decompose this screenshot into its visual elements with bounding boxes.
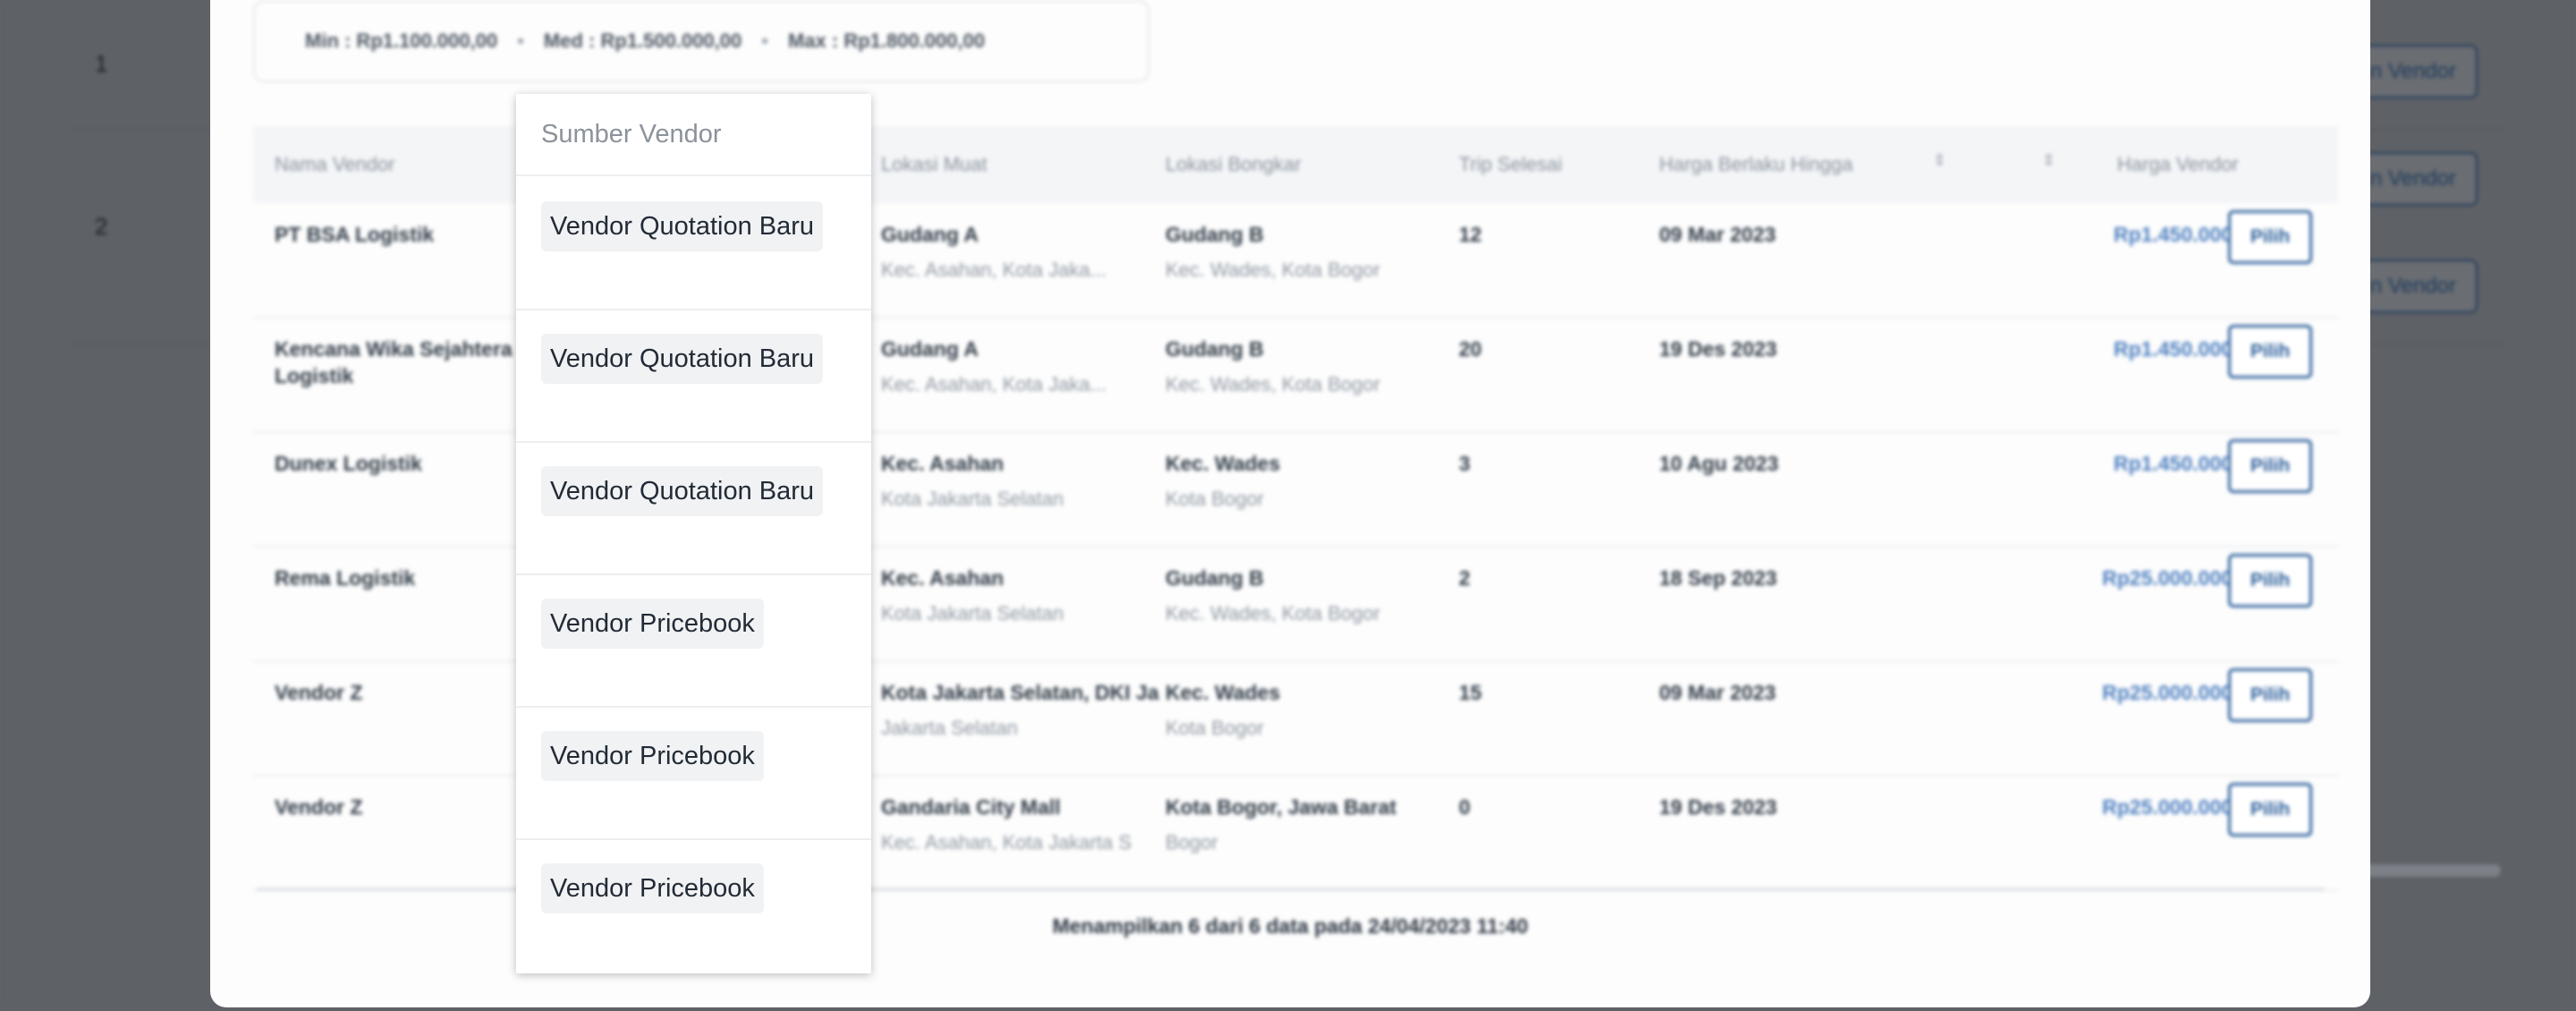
pilih-button[interactable]: Pilih <box>2228 210 2312 264</box>
trip-selesai: 0 <box>1459 795 1470 819</box>
header-trip-selesai[interactable]: Trip Selesai <box>1459 153 1562 176</box>
lokasi-bongkar-detail: Kec. Wades, Kota Bogor <box>1165 602 1381 624</box>
median-price: Med : Rp1.500.000,00 <box>543 30 742 52</box>
harga-berlaku-hingga: 19 Des 2023 <box>1659 795 1777 819</box>
dropdown-option[interactable]: Vendor Pricebook <box>516 573 871 708</box>
header-lokasi-bongkar[interactable]: Lokasi Bongkar <box>1165 153 1301 176</box>
vendor-name: Kencana Wika Sejahtera <box>275 337 513 361</box>
lokasi-muat-detail: Kec. Asahan, Kota Jaka... <box>881 259 1106 281</box>
lokasi-muat: Gudang A <box>881 223 979 246</box>
lokasi-muat-detail: Kec. Asahan, Kota Jakarta S <box>881 831 1132 854</box>
dropdown-option[interactable]: Vendor Quotation Baru <box>516 441 871 575</box>
pilih-button[interactable]: Pilih <box>2228 668 2312 722</box>
harga-berlaku-hingga: 18 Sep 2023 <box>1659 566 1777 590</box>
sort-icon[interactable]: ⇕ <box>1933 151 1946 170</box>
vendor-name: PT BSA Logistik <box>275 223 435 246</box>
harga-berlaku-hingga: 10 Agu 2023 <box>1659 452 1779 475</box>
max-price: Max : Rp1.800.000,00 <box>787 30 986 52</box>
lokasi-muat-detail: Jakarta Selatan <box>881 717 1018 739</box>
pilih-button[interactable]: Pilih <box>2228 439 2312 493</box>
sumber-vendor-dropdown: Sumber Vendor Vendor Quotation Baru Vendo… <box>516 94 871 973</box>
dropdown-option-label: Vendor Quotation Baru <box>541 334 824 384</box>
lokasi-muat: Kota Jakarta Selatan, DKI Ja <box>881 681 1159 704</box>
dropdown-option[interactable]: Vendor Quotation Baru <box>516 176 871 310</box>
pilih-button[interactable]: Pilih <box>2228 783 2312 837</box>
bg-row-number: 2 <box>95 213 108 240</box>
lokasi-bongkar-detail: Bogor <box>1165 831 1218 854</box>
harga-berlaku-hingga: 09 Mar 2023 <box>1659 681 1776 704</box>
trip-selesai: 2 <box>1459 566 1470 590</box>
vendor-name: Vendor Z <box>275 681 363 704</box>
lokasi-bongkar-detail: Kec. Wades, Kota Bogor <box>1165 373 1381 395</box>
dropdown-option-label: Vendor Pricebook <box>541 863 764 913</box>
vendor-name: Rema Logistik <box>275 566 416 590</box>
dropdown-option[interactable]: Vendor Quotation Baru <box>516 309 871 443</box>
dropdown-option-label: Vendor Pricebook <box>541 731 764 781</box>
lokasi-bongkar: Kota Bogor, Jawa Barat <box>1165 795 1397 819</box>
dropdown-option-label: Vendor Quotation Baru <box>541 466 824 516</box>
vendor-name-line2: Logistik <box>275 364 354 387</box>
lokasi-bongkar: Kec. Wades <box>1165 452 1281 475</box>
header-lokasi-muat[interactable]: Lokasi Muat <box>881 153 987 176</box>
dropdown-option[interactable]: Vendor Pricebook <box>516 706 871 840</box>
price-summary-card: Min : Rp1.100.000,00 • Med : Rp1.500.000… <box>253 0 1149 82</box>
bg-row-number: 1 <box>95 50 108 77</box>
header-harga-vendor[interactable]: Harga Vendor <box>2117 153 2239 176</box>
lokasi-muat: Kec. Asahan <box>881 452 1004 475</box>
harga-berlaku-hingga: 19 Des 2023 <box>1659 337 1777 361</box>
pilih-button[interactable]: Pilih <box>2228 554 2312 607</box>
lokasi-bongkar: Gudang B <box>1165 566 1264 590</box>
harga-berlaku-hingga: 09 Mar 2023 <box>1659 223 1776 246</box>
lokasi-muat-detail: Kec. Asahan, Kota Jaka... <box>881 373 1106 395</box>
min-price: Min : Rp1.100.000,00 <box>305 30 498 52</box>
lokasi-muat: Gudang A <box>881 337 979 361</box>
lokasi-muat-detail: Kota Jakarta Selatan <box>881 602 1064 624</box>
trip-selesai: 15 <box>1459 681 1482 704</box>
dropdown-option[interactable]: Vendor Pricebook <box>516 838 871 971</box>
dropdown-option-label: Vendor Quotation Baru <box>541 201 824 251</box>
lokasi-bongkar-detail: Kota Bogor <box>1165 488 1265 510</box>
dropdown-option-label: Vendor Pricebook <box>541 599 764 649</box>
lokasi-muat: Kec. Asahan <box>881 566 1004 590</box>
lokasi-bongkar: Gudang B <box>1165 337 1264 361</box>
dropdown-header: Sumber Vendor <box>516 94 871 176</box>
vendor-name: Dunex Logistik <box>275 452 422 475</box>
pilih-button[interactable]: Pilih <box>2228 325 2312 378</box>
header-nama-vendor[interactable]: Nama Vendor <box>275 153 395 176</box>
header-harga-berlaku[interactable]: Harga Berlaku Hingga <box>1659 153 1852 176</box>
vendor-name: Vendor Z <box>275 795 363 819</box>
lokasi-bongkar: Gudang B <box>1165 223 1264 246</box>
trip-selesai: 12 <box>1459 223 1482 246</box>
separator-dot: • <box>517 30 524 52</box>
sort-icon[interactable]: ⇕ <box>2042 151 2055 170</box>
lokasi-muat-detail: Kota Jakarta Selatan <box>881 488 1064 510</box>
trip-selesai: 20 <box>1459 337 1482 361</box>
trip-selesai: 3 <box>1459 452 1470 475</box>
lokasi-muat: Gandaria City Mall <box>881 795 1061 819</box>
lokasi-bongkar-detail: Kota Bogor <box>1165 717 1265 739</box>
separator-dot: • <box>761 30 768 52</box>
lokasi-bongkar: Kec. Wades <box>1165 681 1281 704</box>
lokasi-bongkar-detail: Kec. Wades, Kota Bogor <box>1165 259 1381 281</box>
